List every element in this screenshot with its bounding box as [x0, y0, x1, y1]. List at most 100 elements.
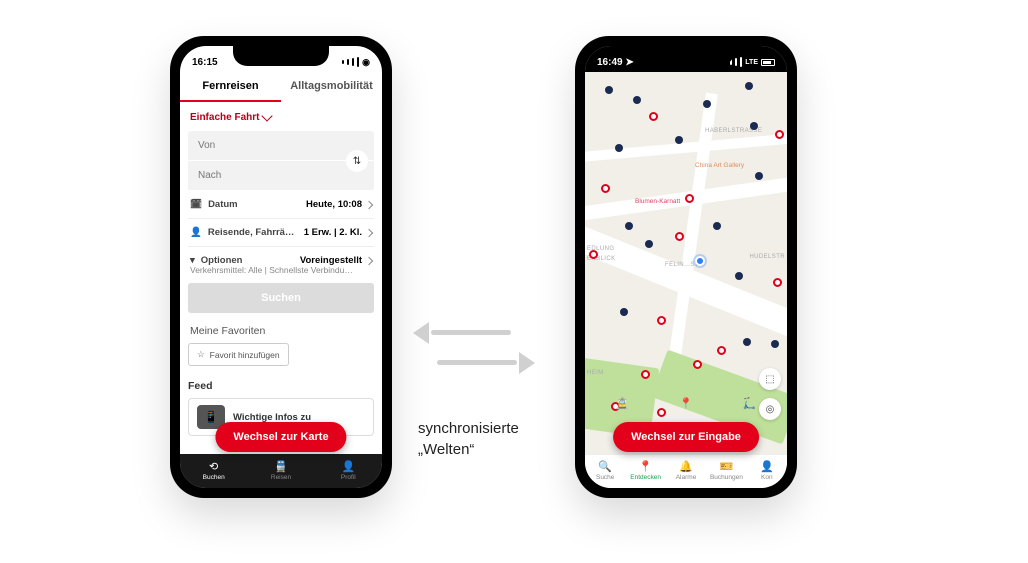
from-to-block: Von Nach ⇅ [188, 131, 374, 191]
star-icon: ☆ [197, 349, 205, 360]
map-marker-icon[interactable] [675, 232, 684, 241]
signal-bar-icon [352, 58, 354, 66]
arrow-right-icon [433, 350, 543, 374]
signal-bar-icon [342, 60, 344, 64]
location-icon: ➤ [625, 57, 633, 68]
signal-bar-icon [735, 58, 737, 66]
arrow-left-icon [405, 320, 515, 344]
map-marker-icon[interactable] [773, 278, 782, 287]
chevron-down-icon [262, 110, 273, 121]
search-form: Einfache Fahrt Von Nach ⇅ 🗓Datum Heute, … [180, 102, 382, 442]
bell-icon: 🔔 [679, 462, 693, 473]
sync-arrows [405, 320, 545, 374]
map-marker-icon[interactable] [620, 308, 628, 316]
screen-right: 16:49 ➤ LTE HABERLSTRASSE EDLUN [585, 46, 787, 488]
status-time: 16:49 [597, 57, 623, 68]
map-marker-icon[interactable] [745, 82, 753, 90]
switch-to-map-button[interactable]: Wechsel zur Karte [215, 422, 346, 452]
notch [638, 46, 734, 66]
map-marker-icon[interactable] [685, 194, 694, 203]
feed-heading: Feed [188, 380, 374, 392]
map-marker-icon[interactable] [633, 96, 641, 104]
map-marker-icon[interactable] [641, 370, 650, 379]
tab-fernreisen[interactable]: Fernreisen [180, 72, 281, 102]
map-marker-icon[interactable] [755, 172, 763, 180]
map-marker-icon[interactable] [703, 100, 711, 108]
nav-suche[interactable]: 🔍Suche [585, 455, 625, 488]
profile-icon: 👤 [341, 462, 355, 473]
notch [233, 46, 329, 66]
map-marker-icon[interactable] [645, 240, 653, 248]
signal-bar-icon [347, 59, 349, 65]
mode-pin-icon[interactable]: 📍 [654, 392, 717, 414]
search-icon: 🔍 [598, 462, 612, 473]
profile-icon: 👤 [760, 462, 774, 473]
train-icon: 🚆 [274, 462, 288, 473]
map-marker-icon[interactable] [717, 346, 726, 355]
map-marker-icon[interactable] [735, 272, 743, 280]
map-marker-icon[interactable] [615, 144, 623, 152]
trip-type-value: Einfache Fahrt [190, 112, 259, 123]
top-tabs: Fernreisen Alltagsmobilität [180, 72, 382, 102]
search-button[interactable]: Suchen [188, 283, 374, 313]
discover-icon: 📍 [639, 462, 653, 473]
nav-reisen[interactable]: 🚆 Reisen [247, 454, 314, 488]
map-layers-button[interactable]: ⬚ [759, 368, 781, 390]
signal-bar-icon [357, 57, 359, 67]
add-favorite-button[interactable]: ☆ Favorit hinzufügen [188, 343, 289, 366]
status-icons: LTE [725, 57, 775, 67]
map-poi-label: Blumen-Karnatt [635, 198, 680, 205]
map-marker-icon[interactable] [605, 86, 613, 94]
favorites-heading: Meine Favoriten [190, 325, 372, 337]
map-marker-icon[interactable] [743, 338, 751, 346]
bottomnav-right: 🔍Suche 📍Entdecken 🔔Alarme 🎫Buchungen 👤Ko… [585, 454, 787, 488]
feed-card-title: Wichtige Infos zu [233, 412, 311, 423]
mode-train-icon[interactable]: 🚊 [591, 392, 654, 414]
caption: synchronisierte „Welten“ [418, 418, 519, 460]
date-row[interactable]: 🗓Datum Heute, 10:08 [188, 191, 374, 219]
map-marker-icon[interactable] [589, 250, 598, 259]
options-subline: Verkehrsmittel: Alle | Schnellste Verbin… [188, 265, 374, 275]
travelers-row[interactable]: 👤Reisende, Fahrrä… 1 Erw. | 2. Kl. [188, 219, 374, 247]
map-view[interactable]: HABERLSTRASSE EDLUNG ENBLICK FELIN…STR H… [585, 72, 787, 454]
phone-left: 16:15 ◉ Fernreisen Alltagsmobilität Einf… [170, 36, 392, 498]
mode-scooter-icon[interactable]: 🛴 [718, 392, 781, 414]
map-marker-icon[interactable] [771, 340, 779, 348]
trip-type-selector[interactable]: Einfache Fahrt [188, 108, 374, 127]
calendar-icon: 🗓 [190, 199, 202, 210]
nav-entdecken[interactable]: 📍Entdecken [625, 455, 665, 488]
map-area-label: HEIM [587, 370, 604, 376]
status-time: 16:15 [192, 57, 218, 68]
map-marker-icon[interactable] [750, 122, 758, 130]
phone-right: 16:49 ➤ LTE HABERLSTRASSE EDLUN [575, 36, 797, 498]
switch-to-input-button[interactable]: Wechsel zur Eingabe [613, 422, 759, 452]
nav-profil[interactable]: 👤 Profil [315, 454, 382, 488]
chevron-right-icon [365, 200, 373, 208]
map-poi-label: China Art Gallery [695, 162, 744, 169]
screen-left: 16:15 ◉ Fernreisen Alltagsmobilität Einf… [180, 46, 382, 488]
nav-konto[interactable]: 👤Kon [747, 455, 787, 488]
map-marker-icon[interactable] [693, 360, 702, 369]
status-icons: ◉ [342, 57, 370, 68]
user-location-icon [695, 256, 705, 266]
chevron-right-icon [365, 228, 373, 236]
map-marker-icon[interactable] [649, 112, 658, 121]
map-marker-icon[interactable] [675, 136, 683, 144]
map-marker-icon[interactable] [625, 222, 633, 230]
battery-icon [761, 59, 775, 66]
swap-icon[interactable]: ⇅ [346, 150, 368, 172]
mode-bar: 🚊 📍 🛴 [591, 392, 781, 414]
map-marker-icon[interactable] [775, 130, 784, 139]
nav-buchungen[interactable]: 🎫Buchungen [706, 455, 746, 488]
map-marker-icon[interactable] [601, 184, 610, 193]
map-area-label: HUDELSTR [749, 254, 785, 260]
nav-alarme[interactable]: 🔔Alarme [666, 455, 706, 488]
nav-buchen[interactable]: ⟲ Buchen [180, 454, 247, 488]
map-marker-icon[interactable] [657, 316, 666, 325]
bottomnav-left: ⟲ Buchen 🚆 Reisen 👤 Profil [180, 454, 382, 488]
route-icon: ⟲ [209, 462, 218, 473]
tab-alltagsmobilitaet[interactable]: Alltagsmobilität [281, 72, 382, 102]
ticket-icon: 🎫 [720, 462, 734, 473]
signal-bar-icon [740, 57, 742, 67]
map-marker-icon[interactable] [713, 222, 721, 230]
